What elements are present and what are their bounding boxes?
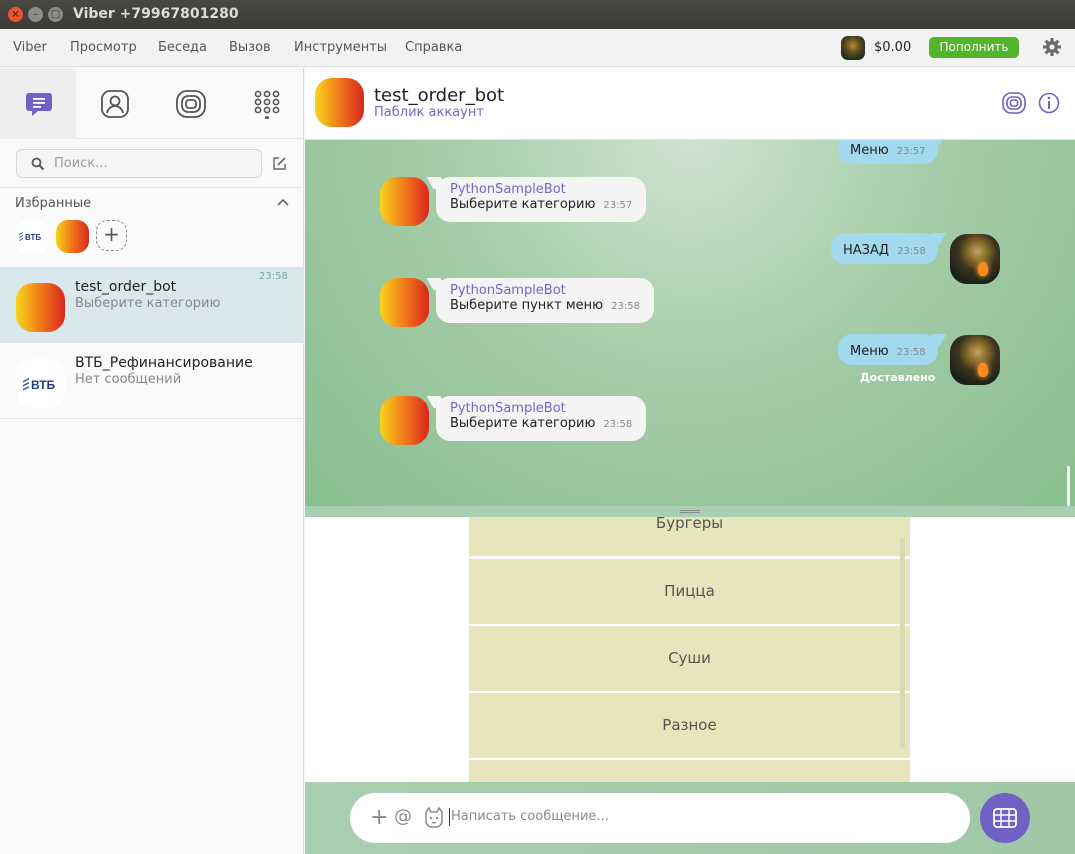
chat-subtitle: Паблик аккаунт: [374, 105, 484, 120]
mention-at-icon[interactable]: @: [394, 806, 412, 827]
vtb-logo-icon: ВТБ: [19, 232, 41, 242]
incoming-message[interactable]: PythonSampleBot Выберите категорию 23:58: [436, 396, 647, 441]
bot-avatar[interactable]: [380, 278, 429, 327]
chat-name: ВТБ_Рефинансирование: [75, 355, 253, 371]
message-input[interactable]: Написать сообщение...: [451, 809, 609, 824]
composer: + @ Написать сообщение...: [305, 782, 1075, 854]
sidebar: Поиск... Избранные ВТБ + test_order_bot …: [0, 68, 304, 854]
bot-keyboard: Бургеры Пицца Суши Разное: [305, 517, 1075, 782]
tab-contacts[interactable]: [76, 68, 152, 139]
title-bar: × – □ Viber +79967801280: [0, 0, 1075, 29]
favorites-label: Избранные: [15, 196, 92, 211]
message-input-box[interactable]: + @ Написать сообщение...: [350, 793, 970, 843]
chat-name: test_order_bot: [75, 279, 177, 295]
user-avatar[interactable]: [950, 335, 1000, 385]
sidebar-tabs: [0, 68, 304, 139]
svg-text:ВТБ: ВТБ: [31, 378, 56, 392]
favorite-vtb-avatar[interactable]: ВТБ: [16, 221, 48, 253]
outgoing-message[interactable]: Меню 23:57: [838, 140, 938, 164]
incoming-message[interactable]: PythonSampleBot Выберите категорию 23:57: [436, 177, 647, 222]
sticker-icon[interactable]: [423, 806, 445, 828]
keyboard-button-more[interactable]: [469, 760, 910, 782]
chat-title: test_order_bot: [374, 85, 505, 106]
conversation-scrollbar[interactable]: [1067, 466, 1070, 506]
tab-dialpad[interactable]: [228, 68, 304, 139]
search-field[interactable]: Поиск...: [16, 149, 262, 178]
balance-amount: $0.00: [874, 40, 912, 55]
keyboard-button-burgers[interactable]: Бургеры: [469, 517, 910, 556]
menu-help[interactable]: Справка: [405, 40, 462, 55]
public-accounts-icon: [176, 90, 206, 118]
outgoing-message[interactable]: НАЗАД 23:58: [831, 233, 938, 264]
divider: [0, 187, 304, 188]
chat-preview: Нет сообщений: [75, 372, 182, 387]
chat-avatar[interactable]: [315, 78, 364, 127]
search-icon: [31, 157, 45, 171]
menu-conversation[interactable]: Беседа: [158, 40, 207, 55]
svg-text:ВТБ: ВТБ: [25, 233, 41, 242]
topup-button[interactable]: Пополнить: [929, 37, 1019, 58]
window-close-button[interactable]: ×: [8, 7, 23, 22]
menu-call[interactable]: Вызов: [229, 40, 271, 55]
window-title: Viber +79967801280: [73, 6, 239, 22]
compose-icon[interactable]: [272, 156, 287, 171]
text-caret: [449, 808, 450, 826]
keyboard-button-pizza[interactable]: Пицца: [469, 559, 910, 624]
settings-gear-icon[interactable]: [1041, 36, 1063, 58]
chats-icon: [26, 93, 52, 116]
chat-header: test_order_bot Паблик аккаунт: [305, 68, 1075, 140]
dialpad-icon: [254, 90, 280, 119]
keyboard-scrollbar[interactable]: [900, 537, 905, 748]
delivered-status: Доставлено: [860, 371, 936, 384]
window-minimize-button[interactable]: –: [28, 7, 43, 22]
keyboard-toggle-button[interactable]: [980, 793, 1030, 843]
account-avatar[interactable]: [841, 36, 865, 60]
keyboard-button-sushi[interactable]: Суши: [469, 626, 910, 691]
bot-avatar[interactable]: [380, 177, 429, 226]
outgoing-message[interactable]: Меню 23:58: [838, 334, 938, 365]
avatar: [16, 283, 65, 332]
chat-list-item-vtb[interactable]: ВТБ ВТБ_Рефинансирование Нет сообщений: [0, 343, 304, 419]
avatar: ВТБ: [16, 359, 65, 408]
user-avatar[interactable]: [950, 234, 1000, 284]
keyboard-icon: [993, 808, 1017, 828]
menu-tools[interactable]: Инструменты: [294, 40, 387, 55]
info-icon[interactable]: [1038, 92, 1060, 114]
tab-public-accounts[interactable]: [152, 68, 228, 139]
keyboard-button-misc[interactable]: Разное: [469, 693, 910, 758]
chat-preview: Выберите категорию: [75, 296, 221, 311]
grip-icon: [680, 510, 700, 513]
search-input[interactable]: Поиск...: [54, 156, 108, 171]
vtb-logo-icon: ВТБ: [23, 378, 56, 392]
menu-bar: Viber Просмотр Беседа Вызов Инструменты …: [0, 29, 1075, 67]
window-maximize-button[interactable]: □: [48, 7, 63, 22]
tab-chats[interactable]: [0, 68, 76, 139]
incoming-message[interactable]: PythonSampleBot Выберите пункт меню 23:58: [436, 278, 654, 323]
chat-list-item-test-order-bot[interactable]: test_order_bot Выберите категорию 23:58: [0, 267, 304, 343]
attach-plus-icon[interactable]: +: [370, 805, 388, 830]
favorite-bot-avatar[interactable]: [56, 220, 89, 253]
add-favorite-button[interactable]: +: [96, 220, 127, 251]
conversation-area: Меню 23:57 PythonSampleBot Выберите катег…: [305, 140, 1075, 506]
public-account-icon[interactable]: [1002, 92, 1026, 114]
bot-avatar[interactable]: [380, 396, 429, 445]
chevron-up-icon[interactable]: [277, 198, 289, 206]
chat-time: 23:58: [259, 271, 288, 282]
menu-viber[interactable]: Viber: [13, 40, 47, 55]
keyboard-resize-handle[interactable]: [305, 506, 1075, 517]
contacts-icon: [101, 90, 129, 118]
menu-view[interactable]: Просмотр: [70, 40, 137, 55]
